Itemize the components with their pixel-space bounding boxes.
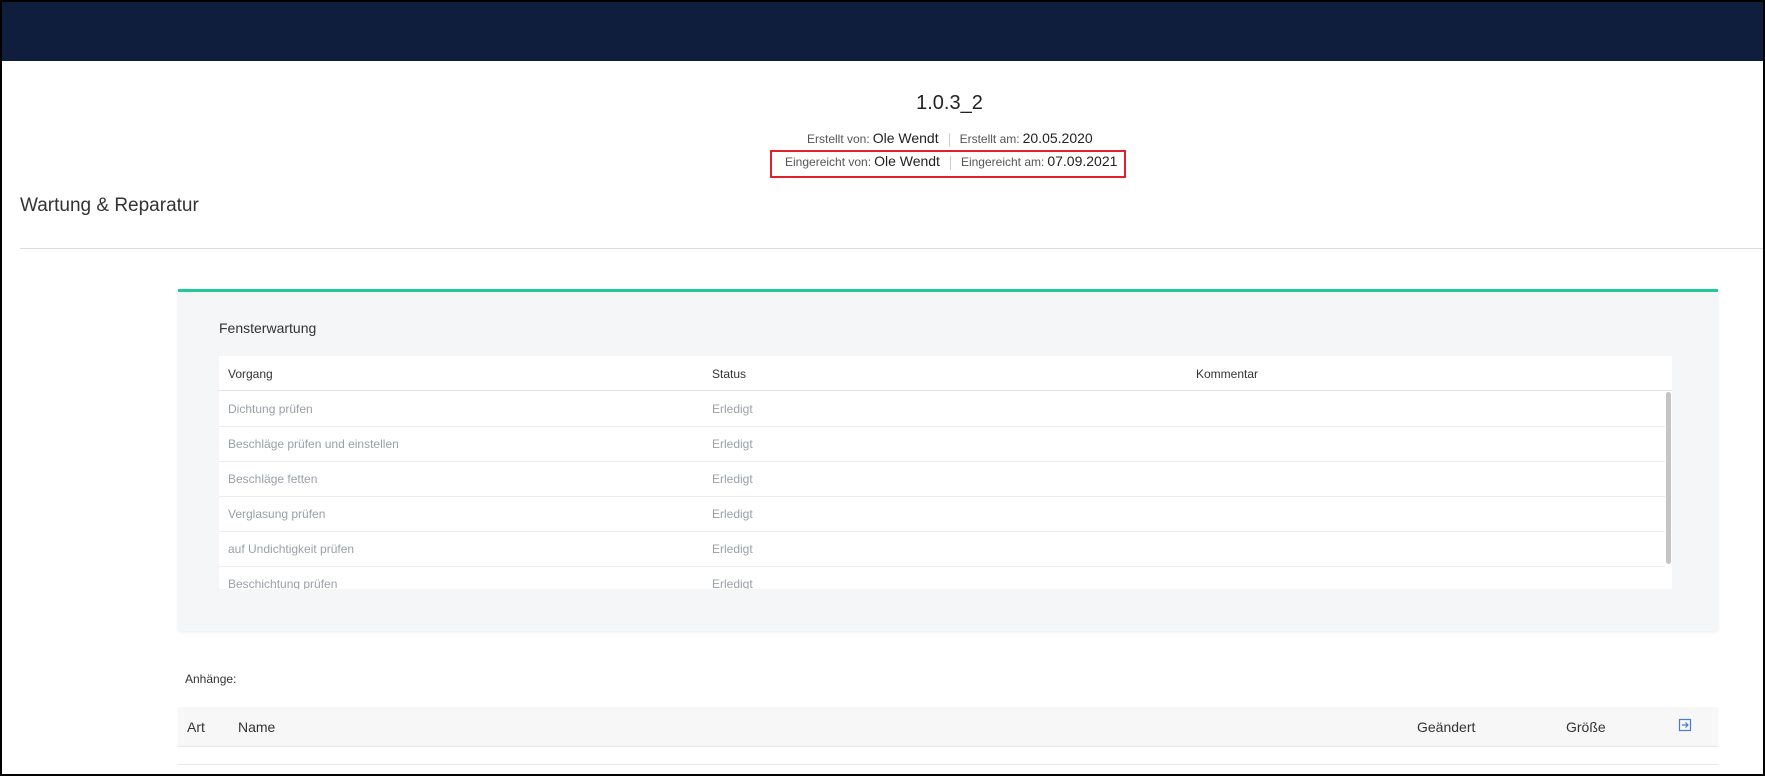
created-by-value: Ole Wendt	[872, 130, 939, 146]
card-title: Fensterwartung	[219, 320, 317, 336]
app-window: 1.0.3_2 Erstellt von: Ole Wendt Erstellt…	[0, 0, 1765, 776]
top-navigation-bar	[2, 2, 1763, 61]
cell-status: Erledigt	[712, 577, 753, 589]
table-body[interactable]: Dichtung prüfen Erledigt Beschläge prüfe…	[219, 392, 1672, 589]
table-header: Vorgang Status Kommentar	[219, 356, 1672, 391]
attachments-table-header: Art Name Geändert Größe	[178, 707, 1718, 747]
export-icon[interactable]	[1678, 718, 1692, 732]
cell-vorgang: auf Undichtigkeit prüfen	[228, 542, 355, 556]
column-header-name[interactable]: Name	[238, 719, 275, 735]
cell-status: Erledigt	[712, 402, 753, 416]
column-header-vorgang[interactable]: Vorgang	[228, 367, 273, 381]
created-at-value: 20.05.2020	[1022, 130, 1093, 146]
section-divider	[20, 248, 1763, 249]
attachments-row-divider	[178, 764, 1718, 765]
table-row[interactable]: Beschläge fetten Erledigt	[219, 462, 1672, 497]
cell-status: Erledigt	[712, 542, 753, 556]
table-row[interactable]: Beschläge prüfen und einstellen Erledigt	[219, 427, 1672, 462]
column-header-size[interactable]: Größe	[1566, 719, 1606, 735]
cell-vorgang: Verglasung prüfen	[228, 507, 326, 521]
section-title: Wartung & Reparatur	[20, 195, 199, 216]
created-by-label: Erstellt von:	[807, 132, 870, 146]
attachments-label: Anhänge:	[185, 672, 237, 686]
cell-vorgang: Beschläge fetten	[228, 472, 318, 486]
column-header-status[interactable]: Status	[712, 367, 746, 381]
table-scrollbar-thumb[interactable]	[1666, 392, 1671, 564]
table-row[interactable]: auf Undichtigkeit prüfen Erledigt	[219, 532, 1672, 567]
table-row[interactable]: Beschichtung prüfen Erledigt	[219, 567, 1672, 589]
cell-vorgang: Beschläge prüfen und einstellen	[228, 437, 399, 451]
created-at-label: Erstellt am:	[959, 132, 1020, 146]
cell-vorgang: Beschichtung prüfen	[228, 577, 338, 589]
maintenance-table: Vorgang Status Kommentar Dichtung prüfen…	[219, 356, 1672, 589]
created-meta: Erstellt von: Ole Wendt Erstellt am: 20.…	[807, 130, 1093, 150]
column-header-art[interactable]: Art	[187, 719, 205, 735]
table-row[interactable]: Dichtung prüfen Erledigt	[219, 392, 1672, 427]
cell-status: Erledigt	[712, 472, 753, 486]
column-header-changed[interactable]: Geändert	[1417, 719, 1475, 735]
table-row[interactable]: Verglasung prüfen Erledigt	[219, 497, 1672, 532]
maintenance-card: Fensterwartung Vorgang Status Kommentar …	[178, 289, 1718, 631]
record-title: 1.0.3_2	[916, 92, 983, 114]
column-header-kommentar[interactable]: Kommentar	[1196, 367, 1258, 381]
cell-status: Erledigt	[712, 507, 753, 521]
cell-vorgang: Dichtung prüfen	[228, 402, 313, 416]
cell-status: Erledigt	[712, 437, 753, 451]
submission-highlight-box	[770, 150, 1126, 178]
meta-divider	[948, 133, 950, 147]
